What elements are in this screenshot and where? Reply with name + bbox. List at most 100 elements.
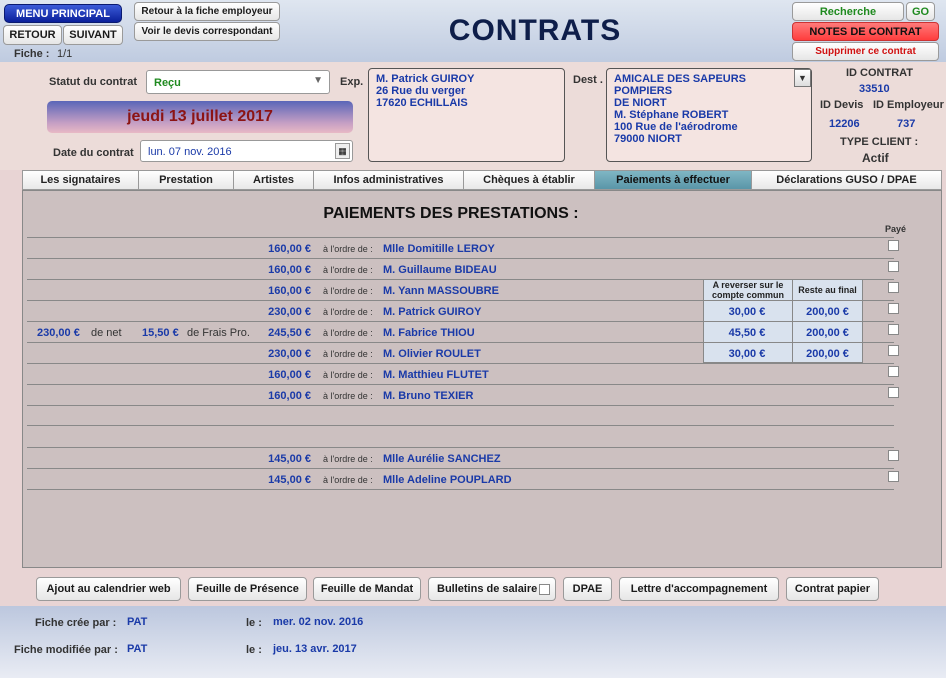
tab-prestation[interactable]: Prestation [139, 170, 234, 190]
payment-amount: 230,00 € [268, 348, 311, 360]
date-banner: jeudi 13 juillet 2017 [47, 101, 353, 133]
calendar-icon[interactable]: ▦ [335, 143, 350, 159]
go-button[interactable]: GO [906, 2, 935, 21]
paye-checkbox[interactable] [888, 324, 899, 335]
date-contrat-label: Date du contrat [53, 147, 134, 159]
bulletins-checkbox[interactable] [539, 584, 550, 595]
ordre-prefix: à l'ordre de : [323, 370, 373, 380]
dpae-button[interactable]: DPAE [563, 577, 612, 601]
payment-amount: 145,00 € [268, 474, 311, 486]
tab-signataires[interactable]: Les signataires [22, 170, 139, 190]
ordre-prefix: à l'ordre de : [323, 286, 373, 296]
exp-label: Exp. [340, 76, 364, 88]
cree-date: mer. 02 nov. 2016 [273, 616, 364, 628]
modif-le-label: le : [246, 644, 262, 656]
payee-name: M. Patrick GUIROY [383, 306, 482, 318]
id-contrat-label: ID CONTRAT [846, 67, 914, 79]
net-value: 230,00 € [37, 327, 80, 339]
statut-value: Reçu [154, 77, 181, 89]
paye-checkbox[interactable] [888, 240, 899, 251]
dest-label: Dest . [573, 74, 603, 86]
reste-value: 200,00 € [806, 306, 849, 318]
payment-amount: 160,00 € [268, 243, 311, 255]
supprimer-contrat-button[interactable]: Supprimer ce contrat [792, 42, 939, 61]
statut-label: Statut du contrat [49, 76, 137, 88]
ordre-prefix: à l'ordre de : [323, 475, 373, 485]
id-employeur-value: 737 [897, 118, 916, 130]
suivant-button[interactable]: SUIVANT [63, 25, 123, 45]
reverser-value: 45,50 € [728, 327, 766, 339]
dest-address: AMICALE DES SAPEURS POMPIERS DE NIORT M.… [606, 68, 812, 162]
ordre-prefix: à l'ordre de : [323, 328, 373, 338]
paye-checkbox[interactable] [888, 471, 899, 482]
paye-checkbox[interactable] [888, 345, 899, 356]
reverser-value: 30,00 € [728, 306, 766, 318]
payee-name: M. Fabrice THIOU [383, 327, 475, 339]
payee-name: M. Guillaume BIDEAU [383, 264, 497, 276]
bulletins-label: Bulletins de salaire [437, 583, 538, 595]
contrat-papier-button[interactable]: Contrat papier [786, 577, 879, 601]
payment-amount: 160,00 € [268, 285, 311, 297]
dest-line: 79000 NIORT [614, 133, 682, 145]
paye-checkbox[interactable] [888, 261, 899, 272]
date-contrat-value: lun. 07 nov. 2016 [148, 146, 232, 158]
paye-checkbox[interactable] [888, 450, 899, 461]
tab-cheques[interactable]: Chèques à établir [464, 170, 595, 190]
id-devis-value: 12206 [829, 118, 860, 130]
paye-checkbox[interactable] [888, 387, 899, 398]
tab-declarations[interactable]: Déclarations GUSO / DPAE [752, 170, 942, 190]
paye-checkbox[interactable] [888, 366, 899, 377]
tab-infos-administratives[interactable]: Infos administratives [314, 170, 464, 190]
tab-artistes[interactable]: Artistes [234, 170, 314, 190]
calendrier-web-button[interactable]: Ajout au calendrier web [36, 577, 181, 601]
feuille-mandat-button[interactable]: Feuille de Mandat [313, 577, 421, 601]
payment-row: 145,00 € à l'ordre de : Mlle Aurélie SAN… [27, 447, 894, 468]
net-suffix: de net [91, 327, 122, 339]
payment-amount: 160,00 € [268, 390, 311, 402]
retour-button[interactable]: RETOUR [3, 25, 62, 45]
id-contrat-value: 33510 [859, 83, 890, 95]
retour-fiche-employeur-button[interactable]: Retour à la fiche employeur [134, 2, 280, 21]
payee-name: Mlle Adeline POUPLARD [383, 474, 512, 486]
menu-principal-button[interactable]: MENU PRINCIPAL [4, 4, 122, 23]
payment-amount: 160,00 € [268, 369, 311, 381]
lettre-accompagnement-button[interactable]: Lettre d'accompagnement [619, 577, 779, 601]
feuille-presence-button[interactable]: Feuille de Présence [188, 577, 307, 601]
notes-contrat-button[interactable]: NOTES DE CONTRAT [792, 22, 939, 41]
exp-line: 26 Rue du verger [376, 85, 466, 97]
ordre-prefix: à l'ordre de : [323, 265, 373, 275]
date-contrat-field[interactable]: lun. 07 nov. 2016 ▦ [140, 140, 353, 162]
row-divider [27, 489, 894, 490]
chevron-down-icon: ▼ [313, 75, 323, 86]
ordre-prefix: à l'ordre de : [323, 391, 373, 401]
tab-bar: Les signataires Prestation Artistes Info… [22, 170, 942, 190]
payee-name: M. Olivier ROULET [383, 348, 481, 360]
modif-date: jeu. 13 avr. 2017 [273, 643, 357, 655]
reste-value: 200,00 € [806, 348, 849, 360]
dest-line: DE NIORT [614, 97, 667, 109]
exp-line: M. Patrick GUIROY [376, 73, 475, 85]
ordre-prefix: à l'ordre de : [323, 244, 373, 254]
payment-amount: 160,00 € [268, 264, 311, 276]
exp-address: M. Patrick GUIROY 26 Rue du verger 17620… [368, 68, 565, 162]
frais-value: 15,50 € [142, 327, 179, 339]
payment-amount: 245,50 € [268, 327, 311, 339]
id-employeur-label: ID Employeur [873, 99, 944, 111]
exp-line: 17620 ECHILLAIS [376, 97, 468, 109]
cree-le-label: le : [246, 617, 262, 629]
tab-paiements[interactable]: Paiements à effectuer [595, 170, 752, 190]
fiche-label: Fiche : [14, 48, 50, 60]
empty-row [27, 425, 894, 447]
cree-user: PAT [127, 616, 148, 628]
statut-select[interactable]: Reçu ▼ [146, 70, 330, 94]
voir-devis-button[interactable]: Voir le devis correspondant [134, 22, 280, 41]
dest-line: M. Stéphane ROBERT [614, 109, 729, 121]
bulletins-salaire-button[interactable]: Bulletins de salaire [428, 577, 556, 601]
dest-line: 100 Rue de l'aérodrome [614, 121, 738, 133]
payment-row: 160,00 € à l'ordre de : M. Bruno TEXIER [27, 384, 894, 405]
recherche-button[interactable]: Recherche [792, 2, 904, 21]
paye-checkbox[interactable] [888, 303, 899, 314]
dest-dropdown-icon[interactable]: ▼ [794, 69, 811, 87]
paye-checkbox[interactable] [888, 282, 899, 293]
dest-line: AMICALE DES SAPEURS POMPIERS [614, 73, 747, 97]
